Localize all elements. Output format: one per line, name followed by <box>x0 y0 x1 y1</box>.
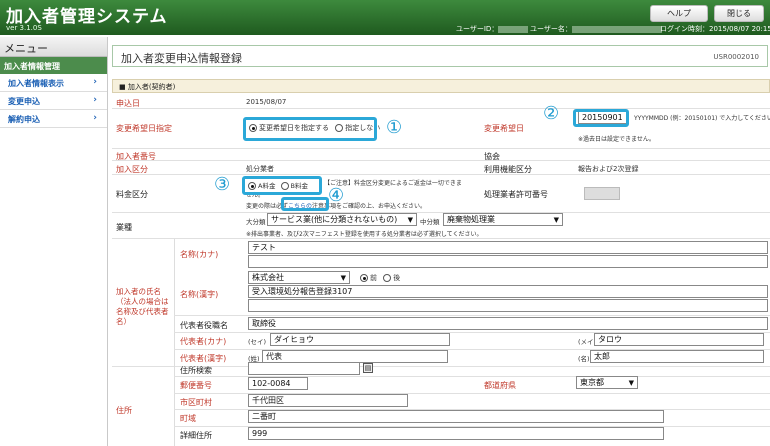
row-address-group: 住所 住所検索 ▤ 郵便番号 102-0084 都道府県 東京都 ▼ 市区町村 千… <box>112 359 770 446</box>
change-date-spec-label: 変更希望日指定 <box>116 124 172 133</box>
rep-mei-kana-input[interactable]: タロウ <box>594 333 764 346</box>
radio-before[interactable] <box>360 274 368 282</box>
detail-input[interactable]: 999 <box>248 427 664 440</box>
postal-label: 郵便番号 <box>180 381 212 390</box>
corp-type-select[interactable]: 株式会社 ▼ <box>248 271 350 284</box>
radio-after[interactable] <box>383 274 392 282</box>
rep-title-label: 代表者役職名 <box>180 321 228 330</box>
highlight-box-3 <box>242 176 322 195</box>
page-header: 加入者変更申込情報登録 USR0002010 <box>110 37 770 73</box>
name-group-label: 加入者の氏名（法人の場合は名称及び代表者名） <box>116 287 169 326</box>
chevron-down-icon: ▼ <box>407 216 413 224</box>
permit-label: 処理業者許可番号 <box>484 190 548 199</box>
application-date-value: 2015/08/07 <box>246 98 287 106</box>
page-title-box: 加入者変更申込情報登録 USR0002010 <box>112 45 768 67</box>
menu-group-member-info: 加入者情報管理 <box>0 57 107 74</box>
detail-label: 詳細住所 <box>180 431 212 440</box>
chevron-right-icon: › <box>93 77 97 87</box>
fee-label: 料金区分 <box>116 190 148 199</box>
kana-input[interactable]: テスト <box>248 241 768 254</box>
major-select[interactable]: サービス業(他に分類されないもの) ▼ <box>267 213 417 226</box>
sidebar-item-change-application[interactable]: 変更申込 › <box>0 92 107 110</box>
user-id-label: ユーザーID： <box>456 24 529 34</box>
menu-title: メニュー <box>0 37 107 57</box>
change-date-hint: YYYYMMDD (例：20150101) で入力してください。 <box>634 115 770 122</box>
permit-field <box>584 187 620 200</box>
address-label: 住所 <box>116 406 132 415</box>
rep-title-input[interactable]: 取締役 <box>248 317 768 330</box>
kanji-input-2[interactable] <box>248 299 768 312</box>
chevron-down-icon: ▼ <box>340 274 346 282</box>
application-date-label: 申込日 <box>116 99 140 108</box>
member-type-value: 処分業者 <box>246 165 274 173</box>
chevron-down-icon: ▼ <box>553 216 559 224</box>
row-industry: 業種 大分類 サービス業(他に分類されないもの) ▼ 中分類 廃棄物処理業 ▼ ※排… <box>112 213 770 239</box>
row-fee: 料金区分 A料金 B料金 【ご注意】料金区分変更によるご返金は一切できま せん。… <box>112 175 770 213</box>
postal-input[interactable]: 102-0084 <box>248 377 308 390</box>
sidebar-item-label: 解約申込 <box>8 115 40 124</box>
close-button[interactable]: 閉じる <box>714 5 764 22</box>
town-input[interactable]: 二番町 <box>248 410 664 423</box>
change-date-note: ※過去日は設定できません。 <box>578 136 655 143</box>
rep-sei-kana-prefix: (セイ) <box>248 338 267 346</box>
sidebar-item-cancel-application[interactable]: 解約申込 › <box>0 110 107 128</box>
page-title: 加入者変更申込情報登録 <box>121 52 242 65</box>
annotation-1: ① <box>386 117 403 138</box>
position-radio-group: 前 後 <box>360 273 400 283</box>
middle-label: 中分類 <box>420 218 440 226</box>
sidebar-item-member-display[interactable]: 加入者情報表示 › <box>0 74 107 92</box>
chevron-right-icon: › <box>93 95 97 105</box>
usage-value: 報告および2次登録 <box>578 165 639 173</box>
section-header: ■ 加入者(契約者) <box>112 79 770 93</box>
highlight-box-2 <box>573 109 629 127</box>
chevron-right-icon: › <box>93 113 97 123</box>
annotation-2: ② <box>543 103 560 124</box>
kana-input-2[interactable] <box>248 255 768 268</box>
annotation-3: ③ <box>214 174 231 195</box>
app-version: ver 3.1.0S <box>6 24 42 32</box>
app-header: 加入者管理システム ver 3.1.0S ヘルプ 閉じる ユーザーID： ユーザ… <box>0 0 770 35</box>
pref-select[interactable]: 東京都 ▼ <box>576 376 638 389</box>
address-book-icon[interactable]: ▤ <box>363 363 373 373</box>
member-type-label: 加入区分 <box>116 165 148 174</box>
industry-label: 業種 <box>116 223 132 232</box>
town-label: 町域 <box>180 414 196 423</box>
city-input[interactable]: 千代田区 <box>248 394 408 407</box>
sidebar-item-label: 加入者情報表示 <box>8 79 64 88</box>
highlight-box-4 <box>281 197 329 211</box>
kana-label: 名称(カナ) <box>180 250 219 259</box>
rep-kana-label: 代表者(カナ) <box>180 337 227 346</box>
page-id: USR0002010 <box>713 53 759 61</box>
row-application-date: 申込日 2015/08/07 <box>112 95 770 109</box>
help-button[interactable]: ヘルプ <box>650 5 708 22</box>
annotation-4: ④ <box>328 185 345 206</box>
change-date-label: 変更希望日 <box>484 124 524 133</box>
usage-label: 利用機能区分 <box>484 165 532 174</box>
city-label: 市区町村 <box>180 398 212 407</box>
highlight-box-1 <box>243 117 377 141</box>
sidebar-item-label: 変更申込 <box>8 97 40 106</box>
rep-sei-kana-input[interactable]: ダイヒョウ <box>270 333 450 346</box>
login-time: ログイン時刻：2015/08/07 20:15 <box>660 25 770 33</box>
major-label: 大分類 <box>246 218 266 226</box>
user-name-label: ユーザー名： <box>530 24 662 34</box>
middle-select[interactable]: 廃棄物処理業 ▼ <box>443 213 563 226</box>
chevron-down-icon: ▼ <box>628 379 634 387</box>
sidebar: メニュー 加入者情報管理 加入者情報表示 › 変更申込 › 解約申込 › <box>0 37 108 446</box>
addr-search-input[interactable] <box>248 362 360 375</box>
row-member-type: 加入区分 処分業者 利用機能区分 報告および2次登録 <box>112 161 770 175</box>
fee-note-line1: 【ご注意】料金区分変更によるご返金は一切できま <box>324 180 462 187</box>
row-member-no: 加入者番号 協会 <box>112 149 770 161</box>
row-change-date: 変更希望日指定 変更希望日を指定する 指定しない 変更希望日 20150901 … <box>112 109 770 149</box>
pref-label: 都道府県 <box>484 381 516 390</box>
kanji-label: 名称(漢字) <box>180 290 219 299</box>
industry-note: ※排出事業者、及び2次マニフェスト登録を使用する処分業者は必ず選択してください。 <box>246 231 483 238</box>
main-content: 加入者変更申込情報登録 USR0002010 ■ 加入者(契約者) 申込日 20… <box>110 37 770 446</box>
addr-search-label: 住所検索 <box>180 366 212 375</box>
kanji-input[interactable]: 受入環境処分報告登録3107 <box>248 285 768 298</box>
